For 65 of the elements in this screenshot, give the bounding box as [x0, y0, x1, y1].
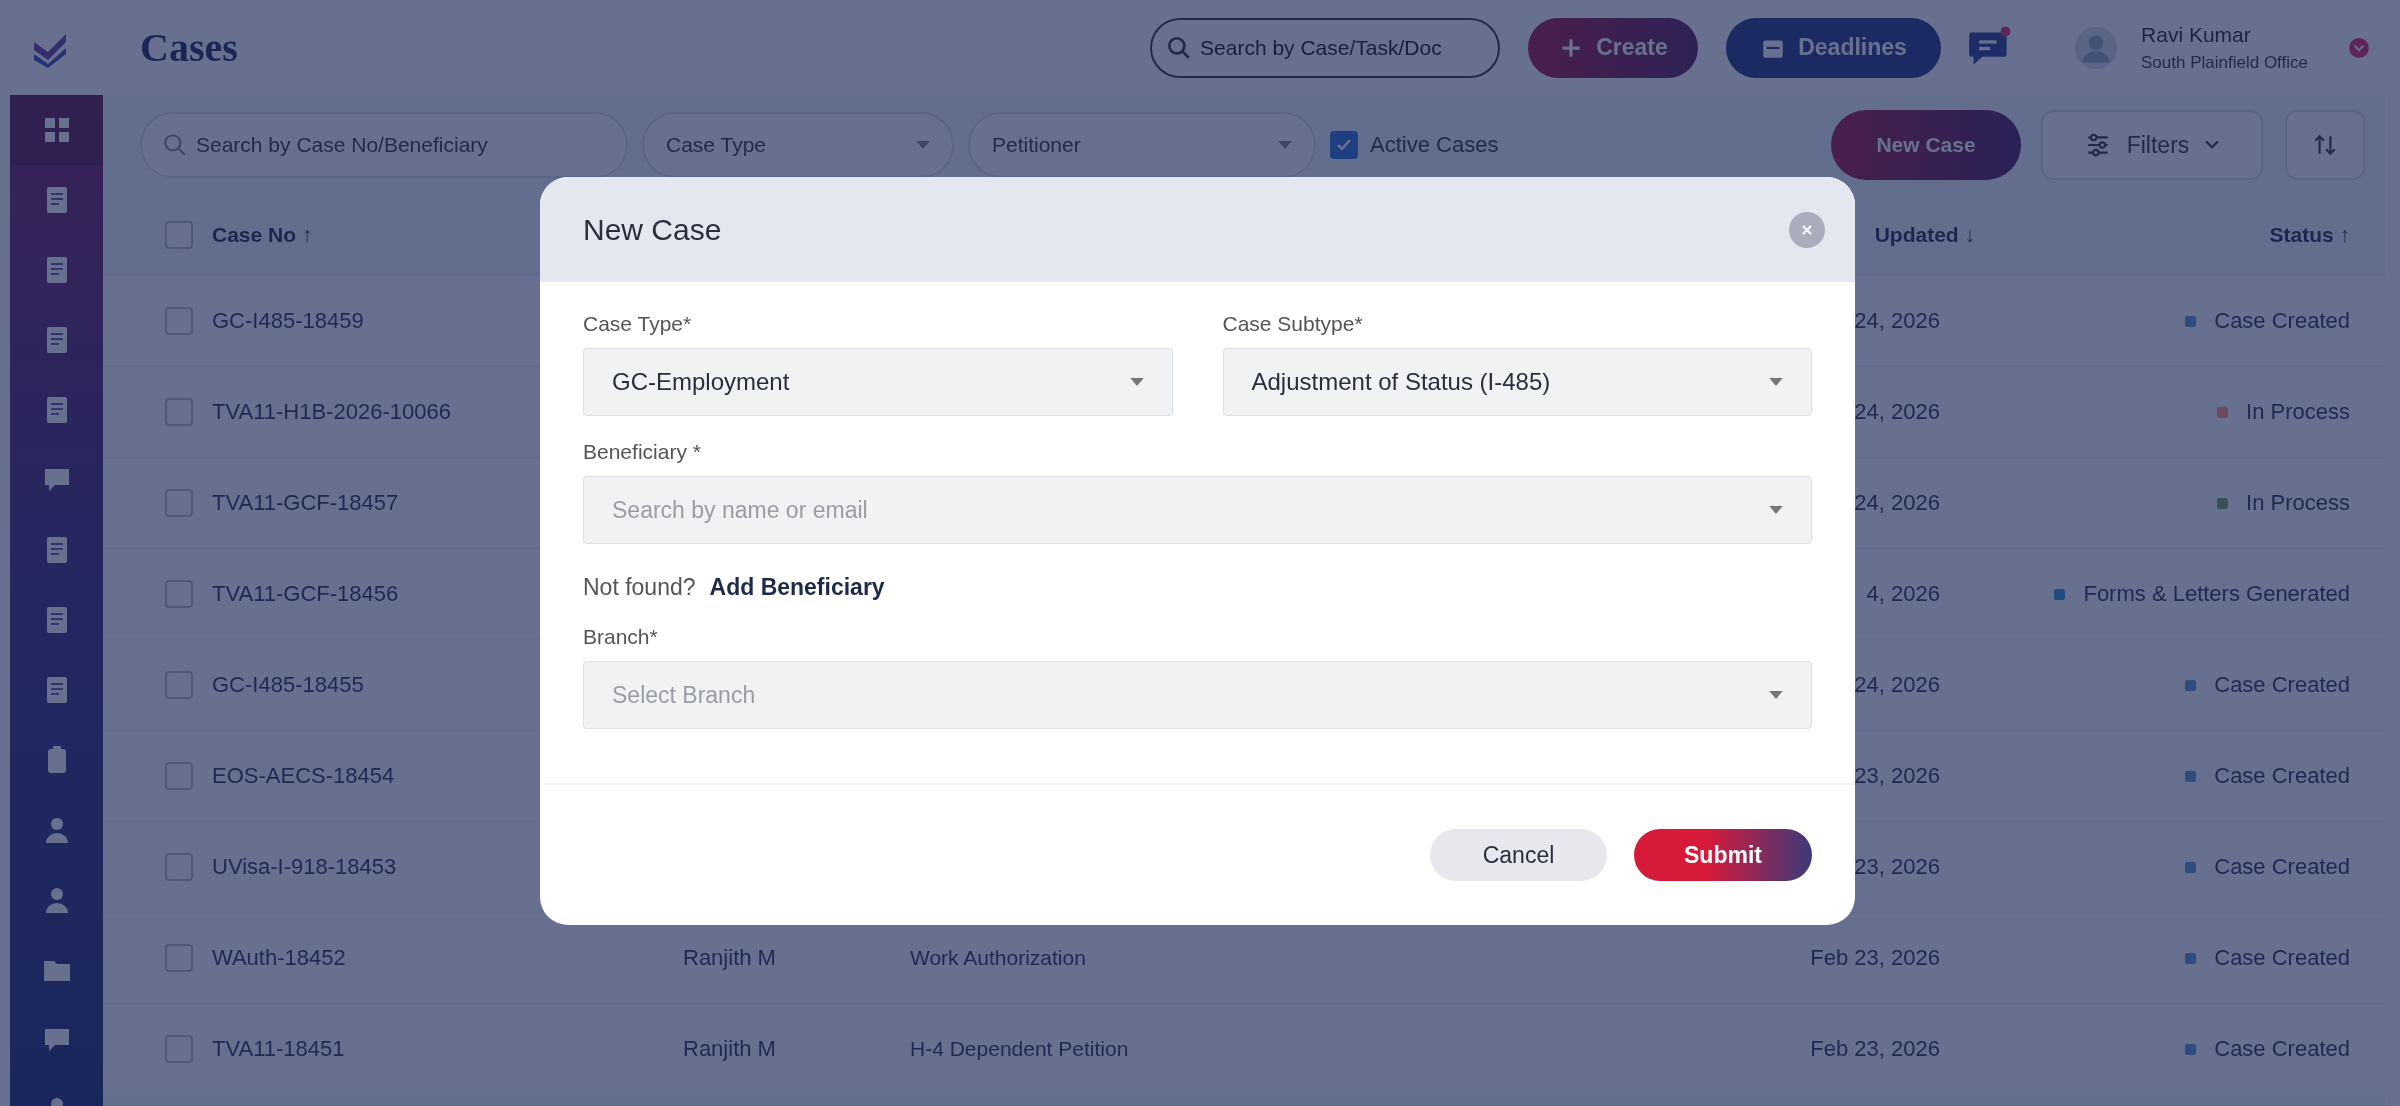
cancel-button[interactable]: Cancel	[1430, 829, 1607, 881]
updated-date: 24, 2026	[1854, 672, 1941, 697]
sort-icon	[2312, 132, 2338, 158]
case-number[interactable]: TVA11-18451	[212, 1036, 683, 1062]
case-search-field[interactable]: Search by Case No/Beneficiary	[140, 112, 628, 178]
caret-icon	[1278, 140, 1292, 150]
case-type-select[interactable]: Case Type	[642, 112, 954, 178]
user-name: Ravi Kumar	[2141, 22, 2252, 47]
page-title: Cases	[140, 24, 238, 71]
select-field[interactable]: Adjustment of Status (I-485)	[1222, 348, 1812, 416]
search-field[interactable]: Search by Case/Task/Doc	[1150, 17, 1501, 78]
active-cases-label: Active Cases	[1370, 132, 1499, 158]
branch-select[interactable]: Select Branch	[583, 661, 1812, 729]
status-text: In Process	[2246, 399, 2350, 425]
filters-button[interactable]: Filters	[2041, 110, 2263, 180]
add-beneficiary-link[interactable]: Add Beneficiary	[709, 574, 885, 601]
chevron-down-icon	[2205, 140, 2220, 150]
updated-date: Feb 23, 2026	[1810, 1036, 1941, 1061]
caret-icon	[1769, 377, 1783, 387]
field-label: Case Subtype*	[1222, 312, 1364, 336]
caret-icon	[1769, 505, 1783, 515]
case-type: H-4 Dependent Petition	[910, 1037, 1129, 1060]
field-label: Branch*	[583, 625, 659, 649]
status-text: In Process	[2246, 490, 2350, 516]
case-type: Work Authorization	[910, 946, 1086, 969]
caret-icon	[1129, 377, 1144, 387]
updated-date: 24, 2026	[1854, 490, 1941, 515]
sort-button[interactable]	[2285, 110, 2365, 180]
select-field[interactable]: GC-Employment	[583, 348, 1173, 416]
deadlines-button[interactable]: Deadlines	[1726, 17, 1942, 78]
submit-button[interactable]: Submit	[1634, 829, 1812, 881]
search-icon	[162, 132, 188, 158]
column-header[interactable]: Updated ↓	[1874, 223, 1975, 247]
dialog-title: New Case	[583, 212, 722, 247]
field-label: Beneficiary *	[583, 440, 702, 464]
active-cases-checkbox[interactable]	[1330, 131, 1358, 159]
new-case-button[interactable]: New Case	[1831, 110, 2021, 180]
beneficiary-name: Ranjith M	[683, 1036, 776, 1061]
updated-date: 24, 2026	[1854, 399, 1941, 424]
case-number[interactable]: WAuth-18452	[212, 945, 683, 971]
user-office: South Plainfield Office	[2141, 52, 2308, 73]
updated-date: 4, 2026	[1866, 581, 1941, 606]
status-text: Case Created	[2214, 854, 2350, 880]
avatar-icon[interactable]	[2075, 26, 2118, 69]
updated-date: 24, 2026	[1854, 308, 1941, 333]
petitioner-select[interactable]: Petitioner	[968, 112, 1316, 178]
beneficiary-search-field[interactable]: Search by name or email	[583, 476, 1812, 544]
updated-date: 23, 2026	[1854, 763, 1941, 788]
updated-date: 23, 2026	[1854, 854, 1941, 879]
chevron-down-icon[interactable]	[2348, 36, 2370, 59]
create-button[interactable]: Create	[1528, 17, 1699, 78]
status-text: Case Created	[2214, 308, 2350, 334]
field-label: Case Type*	[583, 312, 693, 336]
not-found-text: Not found?	[583, 574, 696, 601]
status-text: Forms & Letters Generated	[2083, 581, 2350, 607]
status-text: Case Created	[2214, 763, 2350, 789]
close-button[interactable]	[1789, 211, 1825, 248]
updated-date: Feb 23, 2026	[1810, 945, 1941, 970]
caret-icon	[1769, 690, 1783, 700]
column-header[interactable]: Status ↑	[2269, 223, 2350, 247]
status-text: Case Created	[2214, 672, 2350, 698]
status-text: Case Created	[2214, 945, 2350, 971]
status-text: Case Created	[2214, 1036, 2350, 1062]
caret-icon	[916, 140, 930, 150]
beneficiary-name: Ranjith M	[683, 945, 776, 970]
